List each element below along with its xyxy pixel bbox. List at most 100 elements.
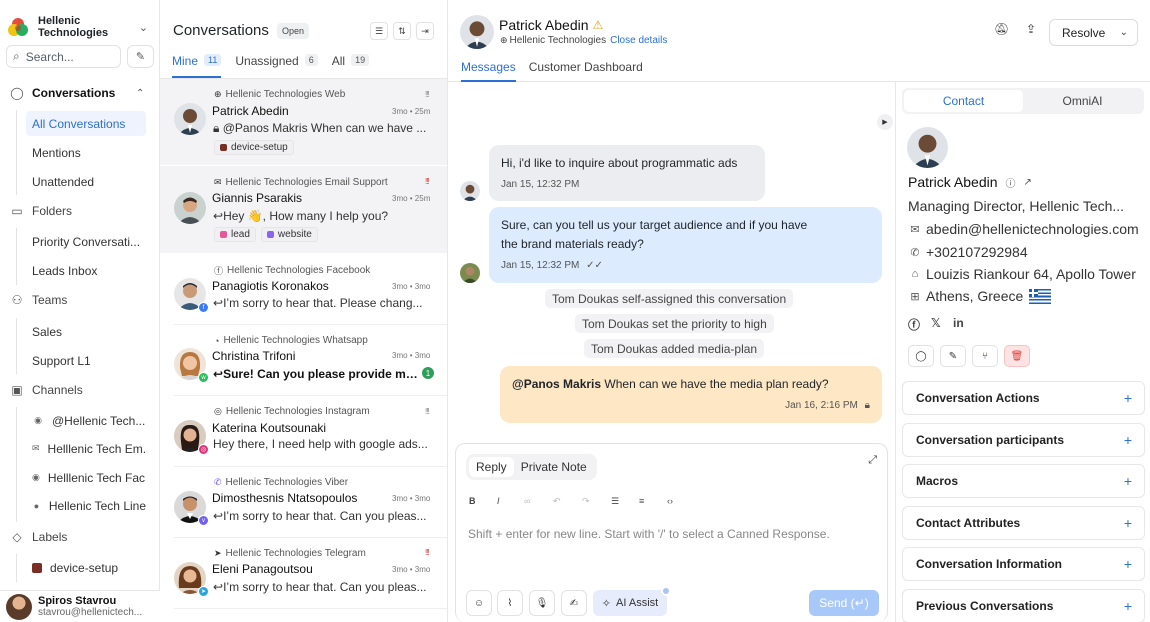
new-message-button[interactable]: ◯: [908, 345, 934, 367]
emoji-button[interactable]: ☺: [466, 590, 492, 616]
nav-channels[interactable]: ▣ Channels: [10, 383, 82, 397]
sort-button[interactable]: ⇅: [393, 22, 411, 40]
tab-reply[interactable]: Reply: [469, 457, 514, 477]
nav-item-support-l1[interactable]: Support L1: [26, 348, 146, 373]
priority-indicator: !!!: [425, 548, 430, 557]
nav-folders[interactable]: ▭ Folders: [10, 204, 72, 218]
link-button[interactable]: ∞: [524, 496, 530, 506]
conversation-item[interactable]: w ◔ Hellenic Technologies Whatsapp Christ…: [160, 325, 447, 395]
nav-item-channel-facebook[interactable]: ◉ Helllenic Tech Fac...: [26, 465, 146, 490]
bullet-list-button[interactable]: ☰: [611, 496, 619, 507]
tab-customer-dashboard[interactable]: Customer Dashboard: [529, 60, 643, 82]
section-macros[interactable]: Macros +: [902, 464, 1145, 498]
label-swatch: [220, 231, 227, 238]
nav-item-label-device-setup[interactable]: device-setup: [26, 555, 146, 580]
conversation-item[interactable]: f ⓕ Hellenic Technologies Facebook Panagi…: [160, 254, 447, 324]
ai-assist-button[interactable]: ✧ AI Assist: [593, 590, 667, 616]
channel-name: Hellenic Technologies Facebook: [227, 265, 371, 276]
nav-item-channel-web[interactable]: ◉ @Hellenic Tech...: [26, 408, 146, 433]
org-switcher[interactable]: Hellenic Technologies ⌄: [8, 15, 156, 39]
info-icon[interactable]: ⓘ: [1006, 175, 1016, 190]
nav-labels[interactable]: ◇ Labels: [10, 530, 67, 544]
last-message-preview: ↩Hey 👋, How many I help you?: [213, 209, 433, 223]
facebook-icon[interactable]: ⓕ: [908, 316, 920, 333]
close-details-link[interactable]: Close details: [610, 35, 667, 46]
italic-button[interactable]: I: [497, 496, 500, 506]
transcript-button[interactable]: ⇪: [1026, 22, 1036, 36]
code-button[interactable]: ‹›: [667, 496, 673, 506]
send-button[interactable]: Send (↵): [809, 590, 879, 616]
status-filter-badge[interactable]: Open: [277, 23, 310, 39]
contact-avatar[interactable]: [460, 15, 494, 49]
message-time: Jan 16, 2:16 PM: [785, 400, 858, 411]
toggle-panel-button[interactable]: ▶: [877, 114, 893, 130]
user-profile-menu[interactable]: Spiros Stavrou stavrou@hellenictech...: [0, 590, 160, 622]
conversation-item[interactable]: ⊕ Hellenic Technologies Web Patrick Abedi…: [160, 79, 447, 165]
contact-avatar: [174, 103, 206, 135]
collapse-list-button[interactable]: ⇥: [416, 22, 434, 40]
section-conversation-actions[interactable]: Conversation Actions +: [902, 381, 1145, 415]
contact-phone[interactable]: ✆ +302107292984: [908, 244, 1027, 260]
nav-item-channel-email[interactable]: ✉ Helllenic Tech Em...: [26, 436, 146, 461]
redo-button[interactable]: ↷: [582, 496, 590, 507]
search-input[interactable]: ⌕ Search...: [6, 45, 121, 68]
contact-email[interactable]: ✉ abedin@hellenictechnologies.com: [908, 221, 1138, 237]
record-audio-button[interactable]: 🎙︎: [529, 590, 555, 616]
nav-item-sales[interactable]: Sales: [26, 319, 146, 344]
tab-unassigned[interactable]: Unassigned 6: [235, 54, 318, 78]
tab-messages[interactable]: Messages: [461, 60, 516, 82]
nav-teams[interactable]: ⚇ Teams: [10, 293, 68, 307]
label-text: website: [277, 229, 312, 240]
signature-button[interactable]: ✍︎: [561, 590, 587, 616]
nav-item-mentions[interactable]: Mentions: [26, 140, 146, 165]
nav-item-channel-line[interactable]: ● Hellenic Tech Line: [26, 493, 146, 518]
conversation-item[interactable]: ➤ ➤ Hellenic Technologies Telegram Eleni …: [160, 538, 447, 608]
compose-button[interactable]: ✎: [127, 45, 154, 68]
merge-contact-button[interactable]: ⑂: [972, 345, 998, 367]
expand-editor-button[interactable]: ⤢: [868, 454, 877, 467]
conversation-tabs: Messages Customer Dashboard: [461, 60, 656, 82]
delete-contact-button[interactable]: 🗑︎: [1004, 345, 1030, 367]
bullet-list-icon: ☰: [611, 496, 620, 506]
plus-icon: +: [1123, 473, 1132, 489]
twitter-icon[interactable]: 𝕏: [931, 316, 941, 330]
bold-button[interactable]: B: [469, 496, 476, 506]
nav-conversations[interactable]: ◯ Conversations: [10, 86, 115, 100]
nav-item-unattended[interactable]: Unattended: [26, 169, 146, 194]
undo-button[interactable]: ↶: [553, 496, 561, 507]
resolve-button[interactable]: Resolve ⌄: [1049, 19, 1138, 46]
nav-item-priority-conversations[interactable]: Priority Conversati...: [26, 229, 146, 254]
tab-contact[interactable]: Contact: [904, 90, 1023, 112]
nav-item-label: All Conversations: [32, 116, 126, 131]
external-link-icon[interactable]: ↗: [1024, 177, 1032, 188]
linkedin-icon[interactable]: in: [953, 316, 964, 330]
edit-contact-button[interactable]: ✎: [940, 345, 966, 367]
plus-icon: +: [1123, 598, 1132, 614]
nav-teams-label: Teams: [32, 293, 68, 307]
conversation-item[interactable]: v ✆ Hellenic Technologies Viber Dimosthes…: [160, 467, 447, 537]
tab-mine[interactable]: Mine 11: [172, 54, 222, 78]
section-previous-conversations[interactable]: Previous Conversations +: [902, 589, 1145, 622]
conversation-item[interactable]: ◎ ◎ Hellenic Technologies Instagram Kater…: [160, 396, 447, 466]
greece-flag-icon: [1029, 288, 1052, 304]
tab-all[interactable]: All 19: [332, 54, 370, 78]
nav-item-all-conversations[interactable]: All Conversations: [26, 111, 146, 136]
attach-button[interactable]: ⌇: [497, 590, 523, 616]
priority-indicator: !!!: [425, 177, 430, 186]
section-conversation-participants[interactable]: Conversation participants +: [902, 423, 1145, 457]
tab-omniai[interactable]: OmniAI: [1023, 90, 1142, 112]
incoming-message: Hi, i'd like to inquire about programmat…: [489, 145, 765, 201]
mute-button[interactable]: 🔕︎: [994, 22, 1009, 36]
chevron-up-icon[interactable]: ⌃: [136, 88, 144, 99]
section-title: Conversation Information: [916, 557, 1063, 571]
filter-button[interactable]: ☰: [370, 22, 388, 40]
section-contact-attributes[interactable]: Contact Attributes +: [902, 506, 1145, 540]
section-conversation-information[interactable]: Conversation Information +: [902, 547, 1145, 581]
tab-private-note[interactable]: Private Note: [514, 457, 594, 477]
section-title: Contact Attributes: [916, 516, 1021, 530]
reply-input[interactable]: Shift + enter for new line. Start with '…: [468, 527, 830, 541]
label-swatch: [266, 231, 274, 238]
numbered-list-button[interactable]: ≡: [639, 496, 644, 506]
nav-item-leads-inbox[interactable]: Leads Inbox: [26, 258, 146, 283]
conversation-item[interactable]: ✉ Hellenic Technologies Email Support Gia…: [160, 166, 447, 253]
